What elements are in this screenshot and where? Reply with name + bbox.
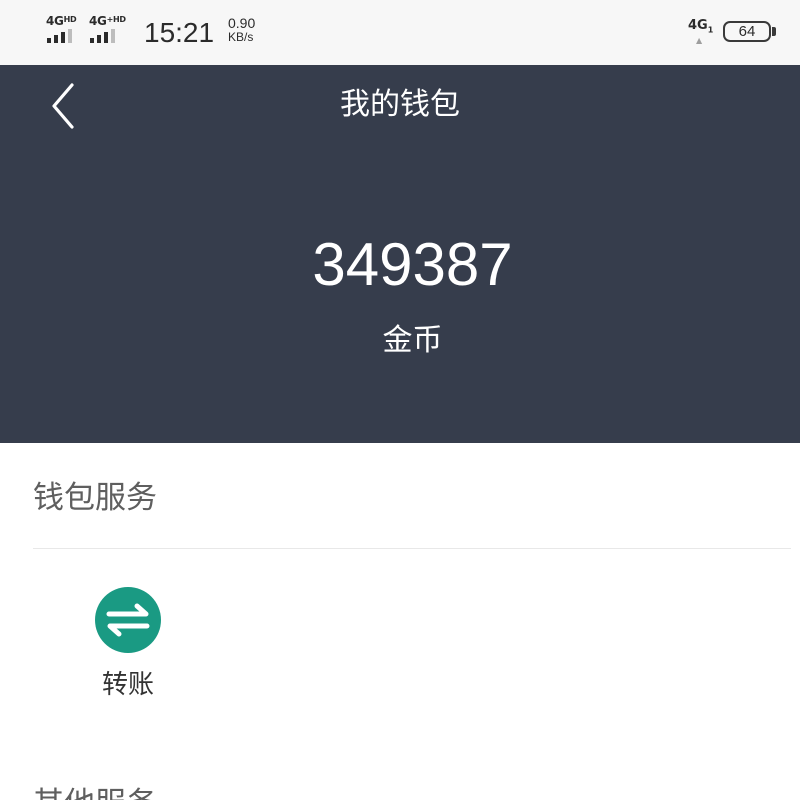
- wallet-services-title: 钱包服务: [33, 480, 157, 516]
- status-bar: 4GHD 4G+HD 15:21 0.90 KB/s 4G1 ▲ 64: [0, 0, 800, 65]
- signal-bars-icon: [47, 29, 83, 43]
- battery-icon: 64: [723, 21, 771, 42]
- balance-unit: 金币: [382, 323, 443, 358]
- data-network-suffix: 1: [707, 25, 714, 35]
- data-network-label: 4G: [688, 18, 708, 33]
- status-time: 15:21: [144, 17, 215, 48]
- sim2-network-suffix: +HD: [106, 15, 126, 24]
- transfer-arrows-icon: [95, 587, 161, 653]
- sim1-network-label: 4G: [46, 14, 64, 28]
- sim2-network-label: 4G: [89, 14, 107, 28]
- data-activity-icon: ▲: [696, 36, 703, 45]
- data-network-indicator: 4G1 ▲: [688, 18, 716, 48]
- transfer-service-label: 转账: [101, 670, 154, 700]
- network-speed: 0.90 KB/s: [228, 16, 268, 44]
- balance-amount: 349387: [312, 231, 513, 298]
- network-speed-unit: KB/s: [228, 30, 254, 44]
- battery-level: 64: [738, 23, 756, 40]
- section-divider: [33, 548, 791, 549]
- sim1-signal: 4GHD: [46, 14, 86, 46]
- battery-tip: [772, 27, 776, 36]
- network-speed-value: 0.90: [228, 15, 256, 31]
- sim1-network-suffix: HD: [63, 15, 77, 24]
- wallet-page: 4GHD 4G+HD 15:21 0.90 KB/s 4G1 ▲ 64 我的钱包…: [0, 0, 800, 800]
- transfer-service-button[interactable]: 转账: [78, 584, 178, 714]
- page-title: 我的钱包: [340, 87, 460, 122]
- wallet-header: 我的钱包 349387 金币: [0, 65, 800, 443]
- other-services-title: 其他服务: [33, 784, 157, 800]
- signal-bars-icon: [90, 29, 126, 43]
- sim2-signal: 4G+HD: [89, 14, 129, 46]
